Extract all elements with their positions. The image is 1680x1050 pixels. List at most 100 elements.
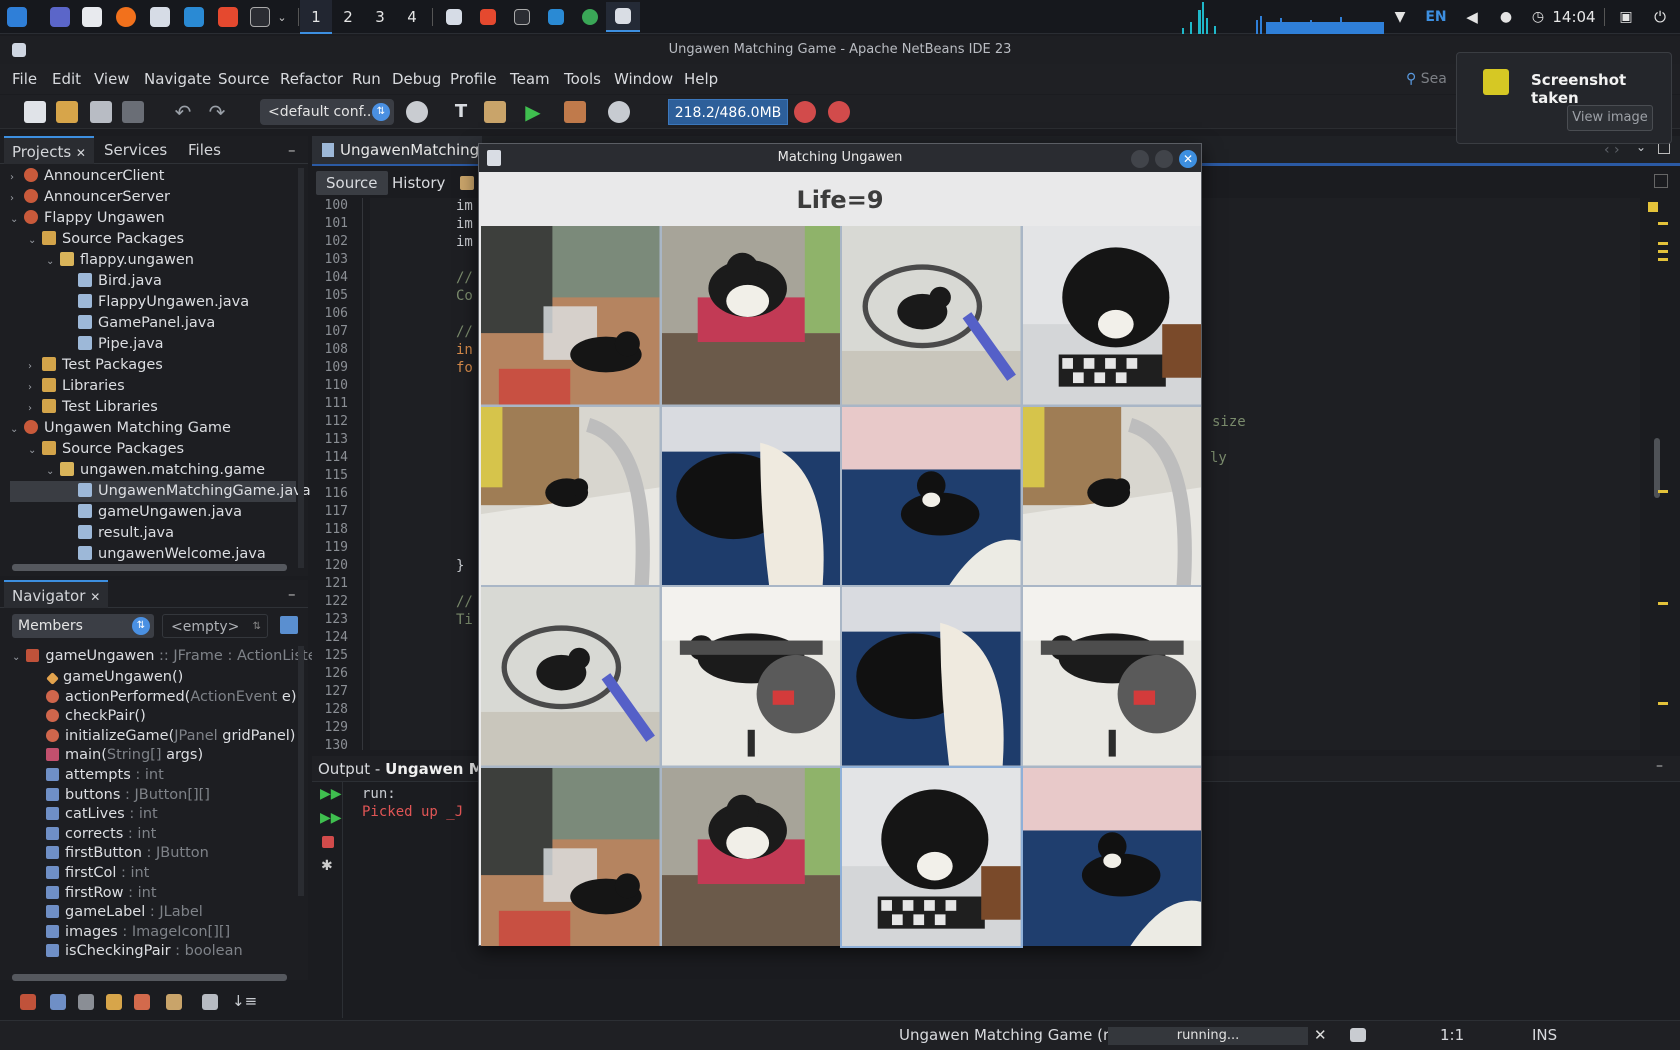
clean-build-icon[interactable] <box>484 101 506 123</box>
profile-icon[interactable] <box>608 101 630 123</box>
new-file-icon[interactable] <box>24 101 46 123</box>
tab-files[interactable]: Files <box>180 136 229 164</box>
warning-mark[interactable] <box>1658 222 1668 225</box>
card-button-cat-balcony-boxes[interactable] <box>481 767 660 946</box>
scroll-tabs-icon[interactable]: ‹ › <box>1604 142 1620 158</box>
terminal-task-icon[interactable] <box>510 4 534 30</box>
chevron-right-icon[interactable]: › <box>10 188 24 209</box>
vscode-task-icon[interactable] <box>544 4 568 30</box>
tree-item[interactable]: ⌄ Source Packages <box>10 229 296 250</box>
view-image-button[interactable]: View image <box>1567 105 1653 131</box>
tree-item[interactable]: › Libraries <box>10 376 296 397</box>
warning-mark[interactable] <box>1658 702 1668 705</box>
close-icon[interactable]: ✕ <box>90 590 100 604</box>
debug-icon[interactable] <box>564 101 586 123</box>
editor-tab-active[interactable]: UngawenMatchingG <box>312 136 482 164</box>
filter-nonpublic-icon[interactable] <box>106 994 122 1010</box>
card-button-cat-in-blanket[interactable] <box>842 587 1021 766</box>
tree-item[interactable]: ⌄ ungawen.matching.game <box>10 460 296 481</box>
tab-projects[interactable]: Projects ✕ <box>4 136 94 164</box>
sort-alpha-icon[interactable] <box>202 994 218 1010</box>
file-manager-icon[interactable] <box>80 4 104 30</box>
card-button-cat-on-exercise-bike[interactable] <box>661 587 840 766</box>
tree-item[interactable]: › AnnouncerClient <box>10 166 296 187</box>
error-stripe[interactable] <box>1640 198 1664 750</box>
keyboard-layout-indicator[interactable]: EN <box>1424 4 1448 30</box>
cancel-task-icon[interactable]: ✕ <box>1314 1026 1327 1044</box>
card-button-cat-in-bike-basket[interactable] <box>481 587 660 766</box>
running-task-label[interactable]: Ungawen Matching Game (run) <box>899 1026 1134 1044</box>
warning-mark[interactable] <box>1658 250 1668 253</box>
chevron-right-icon[interactable]: › <box>10 167 24 188</box>
card-button-cat-on-exercise-bike[interactable] <box>1022 587 1201 766</box>
menu-help[interactable]: Help <box>684 64 718 94</box>
tree-item[interactable]: ungawenWelcome.java <box>10 544 296 565</box>
warning-mark[interactable] <box>1658 602 1668 605</box>
editor-split-icon[interactable] <box>1654 174 1668 188</box>
navigator-member[interactable]: images : ImageIcon[][] <box>46 922 230 943</box>
navigator-member[interactable]: attempts : int <box>46 765 164 786</box>
rerun-icon[interactable]: ▶▶ <box>320 786 342 802</box>
minimize-icon[interactable]: – <box>1656 758 1663 774</box>
menu-refactor[interactable]: Refactor <box>280 64 343 94</box>
chevron-down-icon[interactable]: ⌄ <box>10 209 24 230</box>
sort-source-icon[interactable]: ↓≡ <box>232 992 257 1010</box>
tree-item[interactable]: › Test Libraries <box>10 397 296 418</box>
navigator-member[interactable]: gameLabel : JLabel <box>46 902 203 923</box>
workspace-2[interactable]: 2 <box>332 0 364 34</box>
navigator-member[interactable]: firstButton : JButton <box>46 843 209 864</box>
card-button-cat-on-blue-bed[interactable] <box>842 406 1021 585</box>
chevron-down-icon[interactable]: ⌄ <box>10 419 24 440</box>
lock-icon[interactable]: ▣ <box>1616 4 1636 30</box>
memory-usage-bar[interactable]: 218.2/486.0MB <box>668 99 788 125</box>
menu-tools[interactable]: Tools <box>564 64 601 94</box>
tree-item[interactable]: Pipe.java <box>10 334 296 355</box>
filter-constants-icon[interactable] <box>166 994 182 1010</box>
chevron-down-icon[interactable]: ⌄ <box>28 440 42 461</box>
desktop-icon[interactable] <box>48 4 72 30</box>
notifications-bell-icon[interactable]: ● <box>1496 4 1516 30</box>
navigator-member[interactable]: firstCol : int <box>46 863 149 884</box>
filter-options-icon[interactable] <box>280 616 298 634</box>
configuration-select[interactable]: <default conf... ⇅ <box>260 99 394 125</box>
warning-mark[interactable] <box>1658 258 1668 261</box>
chevron-down-icon[interactable]: ⌄ <box>28 230 42 251</box>
firefox-icon[interactable] <box>114 4 138 30</box>
tree-item[interactable]: › Test Packages <box>10 355 296 376</box>
menu-source[interactable]: Source <box>218 64 270 94</box>
workspace-4[interactable]: 4 <box>396 0 428 34</box>
tree-item[interactable]: UngawenMatchingGame.java <box>10 481 311 502</box>
chevron-right-icon[interactable]: › <box>28 377 42 398</box>
navigator-member[interactable]: main(String[] args) <box>46 745 203 766</box>
menu-navigate[interactable]: Navigate <box>144 64 211 94</box>
navigator-member[interactable]: actionPerformed(ActionEvent e) <box>46 687 296 708</box>
minimize-icon[interactable]: – <box>280 136 304 164</box>
chevron-down-icon[interactable]: ⌄ <box>46 461 60 482</box>
navigator-root-class[interactable]: ⌄ gameUngawen :: JFrame : ActionListe <box>12 646 317 667</box>
netbeans-task-icon[interactable] <box>442 4 466 30</box>
menu-debug[interactable]: Debug <box>392 64 441 94</box>
navigator-member[interactable]: catLives : int <box>46 804 158 825</box>
chevron-down-icon[interactable]: ⌄ <box>12 652 20 663</box>
warning-mark[interactable] <box>1658 242 1668 245</box>
clock-time[interactable]: 14:04 <box>1552 4 1596 30</box>
card-button-cat-dark-on-chessboard[interactable] <box>840 765 1023 948</box>
brave-task-icon[interactable] <box>476 4 500 30</box>
navigator-member[interactable]: checkPair() <box>46 706 146 727</box>
build-hammer-icon[interactable]: T <box>450 101 472 123</box>
close-window-button[interactable]: ✕ <box>1179 150 1197 168</box>
new-project-icon[interactable] <box>56 101 78 123</box>
rerun-with-params-icon[interactable]: ▶▶ <box>320 810 342 826</box>
last-edit-icon[interactable] <box>460 176 474 190</box>
close-icon[interactable]: ✕ <box>76 146 86 160</box>
brave-icon[interactable] <box>216 4 240 30</box>
settings-icon[interactable]: ✱ <box>321 858 333 874</box>
card-button-cat-on-blue-bed[interactable] <box>1022 767 1201 946</box>
tree-item[interactable]: ⌄ Source Packages <box>10 439 296 460</box>
menu-edit[interactable]: Edit <box>52 64 81 94</box>
tree-item[interactable]: ⌄ Ungawen Matching Game <box>10 418 296 439</box>
tree-item[interactable]: › AnnouncerServer <box>10 187 296 208</box>
card-button-cat-balcony-boxes[interactable] <box>481 226 660 405</box>
card-button-cat-on-red-chair[interactable] <box>661 767 840 946</box>
chevron-down-icon[interactable]: ⌄ <box>274 4 290 30</box>
